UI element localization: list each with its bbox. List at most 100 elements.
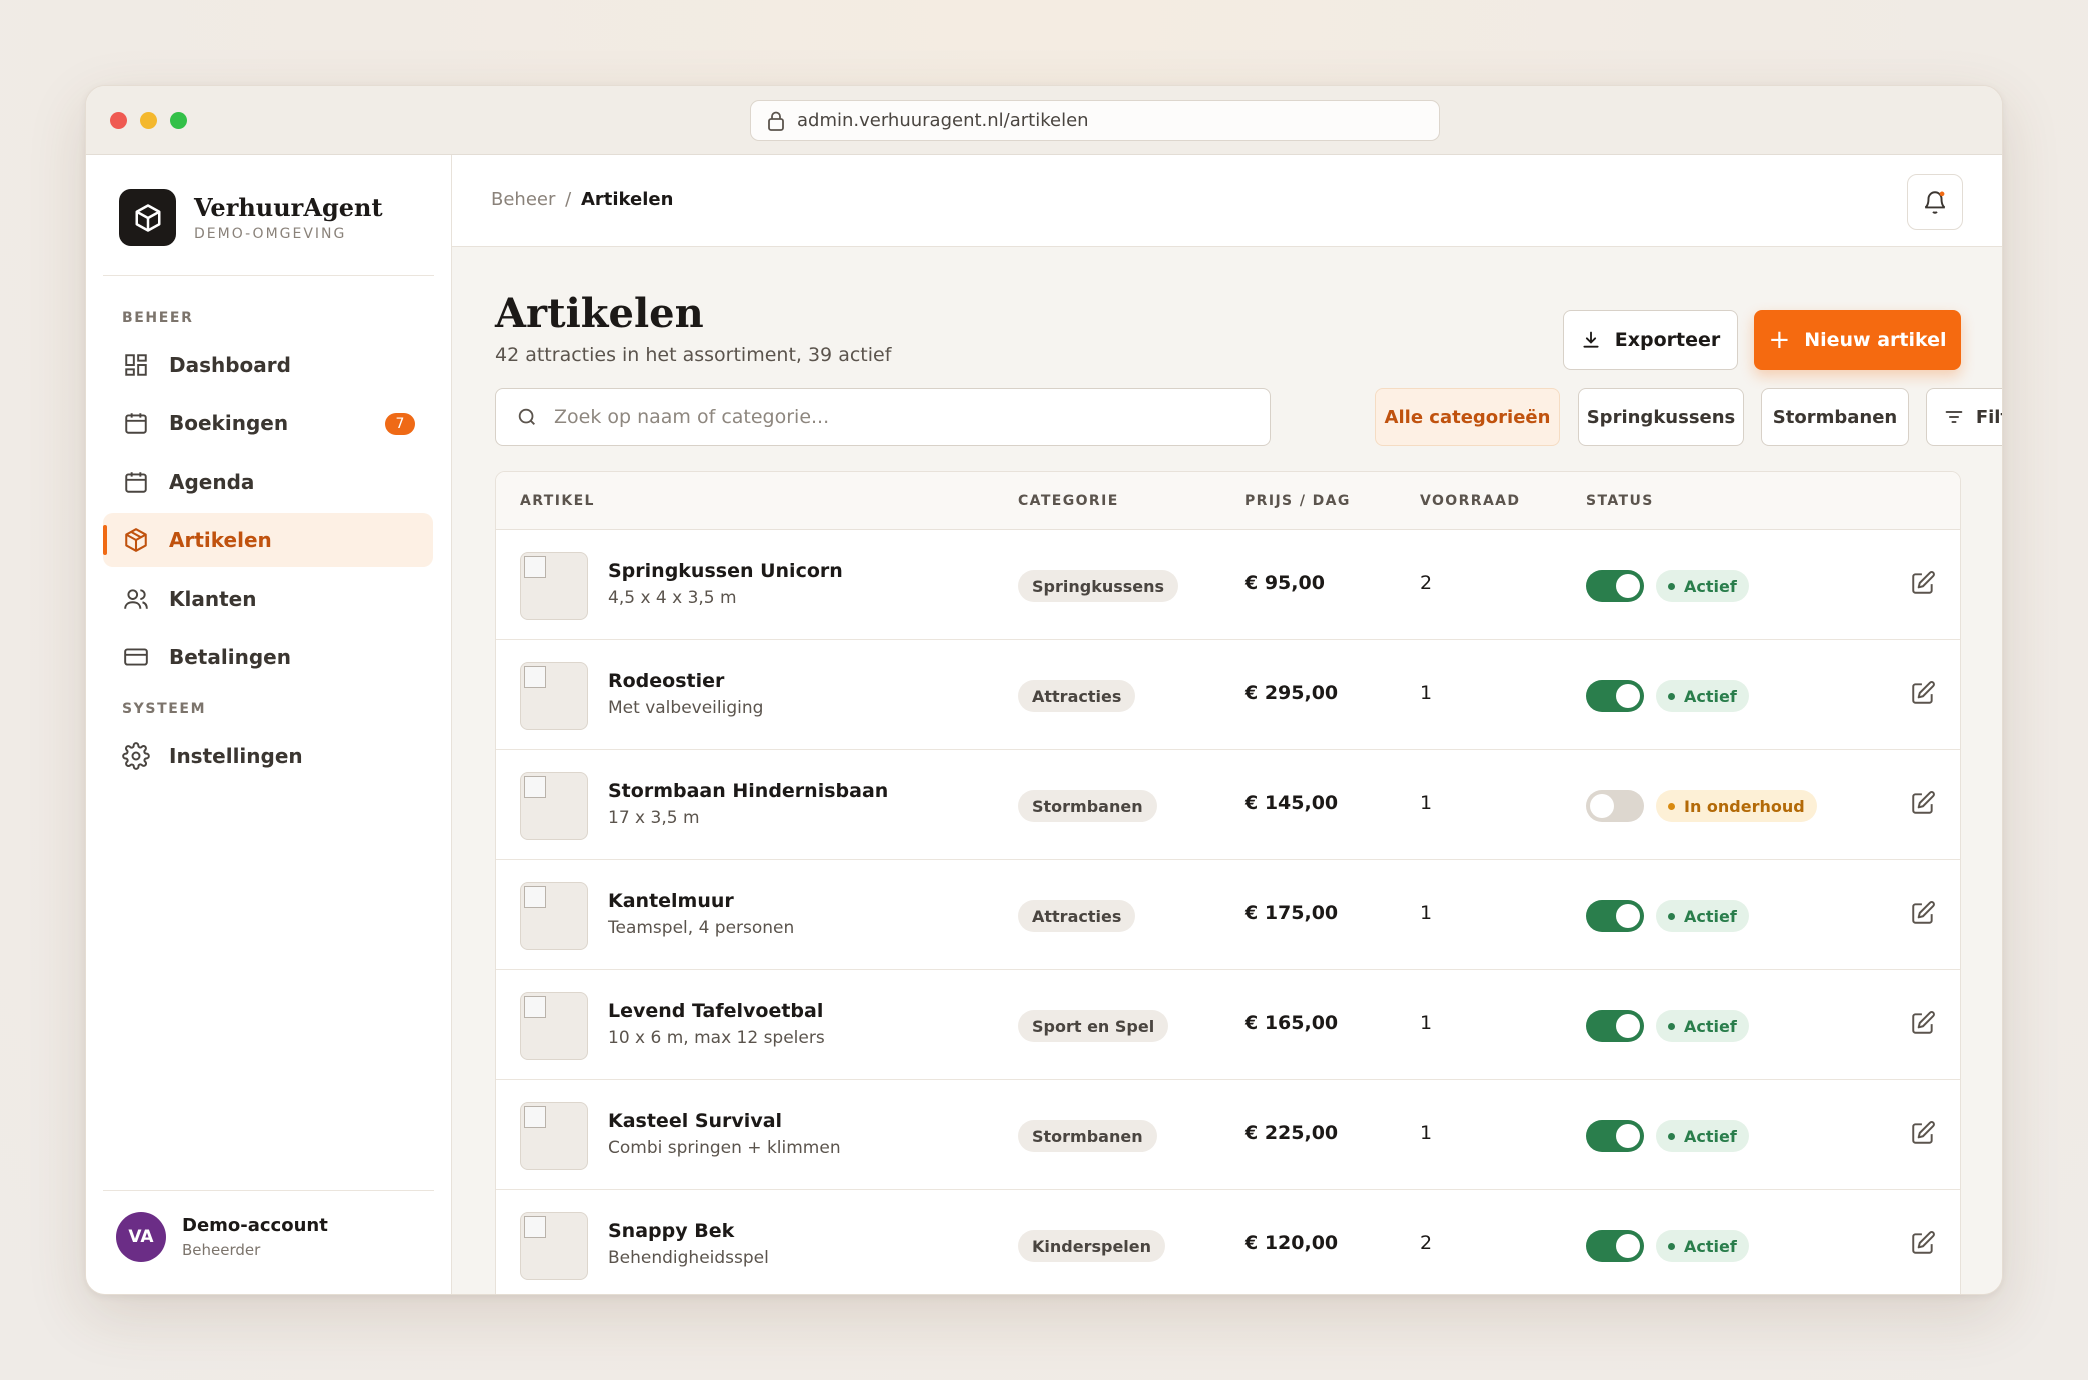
notification-badge: 7 [385,413,415,435]
brand-name: VerhuurAgent [194,193,383,222]
url-text: admin.verhuuragent.nl/artikelen [797,110,1089,131]
table-row[interactable]: Kantelmuur Teamspel, 4 personen Attracties… [496,860,1960,970]
status-label: Actief [1684,1126,1737,1146]
breadcrumb-current: Artikelen [580,189,674,210]
browser-window: admin.verhuuragent.nl/artikelen VerhuurA… [85,85,2003,1295]
table-row[interactable]: Springkussen Unicorn 4,5 x 4 x 3,5 m Sprin… [496,530,1960,640]
search-input[interactable] [554,406,1234,428]
credit-card-icon [121,642,151,672]
sidebar-item-agenda[interactable]: Agenda [103,455,433,509]
filter-chip-springkussens[interactable]: Springkussens [1578,388,1744,446]
close-window-button[interactable] [110,112,127,129]
article-name[interactable]: Levend Tafelvoetbal [608,1000,823,1022]
brand[interactable]: VerhuurAgent DEMO-OMGEVING [119,189,383,246]
search-icon [518,408,535,425]
breadcrumb-parent[interactable]: Beheer [491,189,555,210]
edit-icon [1912,1011,1935,1034]
table-row[interactable]: Stormbaan Hindernisbaan 17 x 3,5 m Stormba… [496,750,1960,860]
edit-button[interactable] [1908,1008,1938,1038]
status-dot [1668,692,1675,700]
article-thumbnail [520,1102,588,1170]
maximize-window-button[interactable] [170,112,187,129]
sidebar-item-betalingen[interactable]: Betalingen [103,630,433,684]
article-name[interactable]: Springkussen Unicorn [608,560,843,582]
status-label: In onderhoud [1684,796,1805,816]
article-description: Met valbeveiliging [608,698,764,718]
minimize-window-button[interactable] [140,112,157,129]
availability-toggle[interactable] [1586,900,1644,932]
status-badge: Actief [1656,1120,1749,1152]
new-article-button[interactable]: + Nieuw artikel [1754,310,1961,370]
column-header-stock[interactable]: VOORRAAD [1420,493,1520,509]
filter-label: Filter [1975,406,2002,428]
notifications-button[interactable] [1907,174,1963,230]
users-icon [121,584,151,614]
article-name[interactable]: Kantelmuur [608,890,734,912]
nav-section-label: BEHEER [122,310,194,326]
brand-subtitle: DEMO-OMGEVING [194,226,347,242]
edit-button[interactable] [1908,678,1938,708]
avatar: VA [116,1212,166,1262]
article-stock: 1 [1420,682,1433,704]
export-button[interactable]: Exporteer [1563,310,1738,370]
sidebar-item-instellingen[interactable]: Instellingen [103,729,433,783]
column-header-category[interactable]: CATEGORIE [1018,493,1119,509]
availability-toggle[interactable] [1586,1010,1644,1042]
category-badge: Attracties [1018,900,1136,932]
table-row[interactable]: Rodeostier Met valbeveiliging Attracties € … [496,640,1960,750]
article-price: € 120,00 [1245,1232,1339,1254]
edit-button[interactable] [1908,1118,1938,1148]
article-thumbnail [520,1212,588,1280]
sidebar-item-label: Boekingen [169,411,289,435]
table-row[interactable]: Kasteel Survival Combi springen + klimmen… [496,1080,1960,1190]
article-price: € 145,00 [1245,792,1339,814]
status-label: Actief [1684,906,1737,926]
status-dot [1668,912,1675,920]
article-stock: 1 [1420,1012,1433,1034]
article-thumbnail [520,992,588,1060]
article-price: € 175,00 [1245,902,1339,924]
sidebar-item-dashboard[interactable]: Dashboard [103,338,433,392]
availability-toggle[interactable] [1586,1230,1644,1262]
filter-button[interactable]: Filter [1926,388,2002,446]
top-bar: Beheer / Artikelen [452,155,2002,247]
availability-toggle[interactable] [1586,680,1644,712]
table-row[interactable]: Snappy Bek Behendigheidsspel Kinderspelen €… [496,1190,1960,1294]
filter-icon [1945,411,1963,423]
edit-button[interactable] [1908,568,1938,598]
article-description: Behendigheidsspel [608,1248,769,1268]
availability-toggle[interactable] [1586,790,1644,822]
article-name[interactable]: Stormbaan Hindernisbaan [608,780,888,802]
article-name[interactable]: Kasteel Survival [608,1110,782,1132]
column-header-price[interactable]: PRIJS / DAG [1245,493,1351,509]
article-name[interactable]: Snappy Bek [608,1220,734,1242]
availability-toggle[interactable] [1586,570,1644,602]
sidebar-item-artikelen[interactable]: Artikelen [103,513,433,567]
user-profile[interactable]: VA Demo-account Beheerder [116,1212,328,1262]
availability-toggle[interactable] [1586,1120,1644,1152]
sidebar-item-klanten[interactable]: Klanten [103,572,433,626]
page-title: Artikelen [495,290,704,337]
bell-icon [1924,191,1946,214]
article-price: € 225,00 [1245,1122,1339,1144]
status-badge: Actief [1656,570,1749,602]
breadcrumb: Beheer / Artikelen [491,189,673,210]
nav-section-label: SYSTEEM [122,701,207,717]
sidebar-item-label: Artikelen [169,528,272,552]
status-dot [1668,582,1675,590]
column-header-article[interactable]: ARTIKEL [520,493,595,509]
search-box[interactable] [495,388,1271,446]
edit-button[interactable] [1908,898,1938,928]
edit-button[interactable] [1908,788,1938,818]
address-bar[interactable]: admin.verhuuragent.nl/artikelen [750,100,1440,141]
status-badge: In onderhoud [1656,790,1817,822]
edit-button[interactable] [1908,1228,1938,1258]
filter-chip-all[interactable]: Alle categorieën [1375,388,1560,446]
calendar-icon [121,467,151,497]
column-header-status[interactable]: STATUS [1586,493,1654,509]
sidebar-item-boekingen[interactable]: Boekingen 7 [103,396,433,450]
table-row[interactable]: Levend Tafelvoetbal 10 x 6 m, max 12 spel… [496,970,1960,1080]
filter-chip-stormbanen[interactable]: Stormbanen [1761,388,1909,446]
package-icon [121,525,151,555]
article-name[interactable]: Rodeostier [608,670,724,692]
